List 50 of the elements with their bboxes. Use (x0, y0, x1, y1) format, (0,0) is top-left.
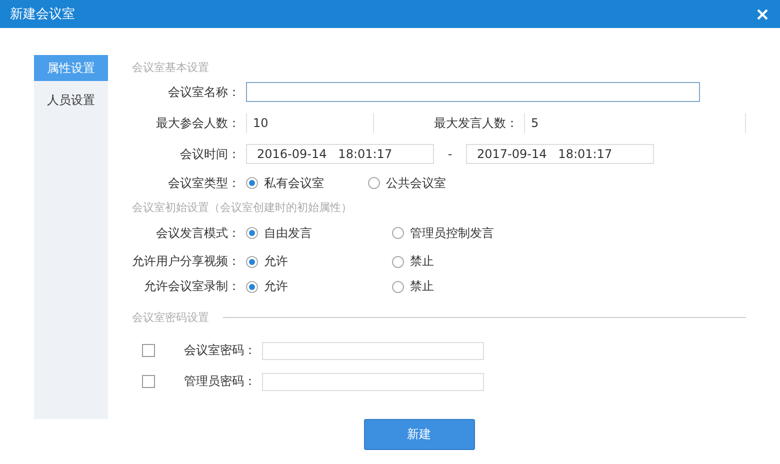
radio-button[interactable] (246, 227, 258, 239)
section-title: 会议室密码设置 (132, 310, 209, 324)
radio-button[interactable] (246, 177, 258, 189)
field-label: 会议室名称： (167, 84, 241, 100)
radio-option[interactable]: 管理员控制发言 (392, 224, 538, 242)
radio-button[interactable] (392, 256, 404, 268)
field-label: 最大发言人数： (433, 114, 519, 132)
radio-button[interactable] (246, 256, 258, 268)
field-label: 允许用户分享视频： (132, 253, 241, 270)
radio-label: 允许 (264, 278, 288, 295)
checkbox[interactable] (142, 344, 155, 357)
radio-option[interactable]: 禁止 (392, 253, 538, 270)
radio-label: 自由发言 (264, 224, 312, 242)
password-input[interactable] (262, 372, 484, 390)
sidebar-item[interactable]: 人员设置 (34, 87, 108, 113)
radio-button[interactable] (246, 280, 258, 292)
radio-button[interactable] (368, 177, 380, 189)
range-separator: - (446, 147, 454, 161)
radio-label: 允许 (264, 253, 288, 270)
field-label: 会议发言模式： (155, 224, 241, 242)
radio-label: 公共会议室 (386, 174, 446, 192)
radio-option[interactable]: 允许 (246, 278, 392, 295)
radio-label: 管理员控制发言 (410, 224, 494, 242)
field-label: 会议室密码： (183, 342, 257, 359)
count-value[interactable]: 5 (524, 113, 746, 133)
radio-option[interactable]: 自由发言 (246, 224, 392, 242)
window-title: 新建会议室 (10, 6, 75, 23)
start-time-field[interactable]: 2016-09-14 18:01:17 (246, 144, 434, 164)
close-icon[interactable] (757, 8, 768, 20)
field-label: 管理员密码： (183, 373, 257, 390)
radio-option[interactable]: 允许 (246, 253, 392, 270)
radio-option[interactable]: 公共会议室 (368, 174, 490, 192)
field-label: 会议时间： (179, 146, 241, 162)
section-title: 会议室初始设置（会议室创建时的初始属性） (132, 200, 352, 214)
radio-option[interactable]: 私有会议室 (246, 174, 368, 192)
field-label: 会议室类型： (167, 174, 241, 192)
field-label: 允许会议室录制： (143, 278, 241, 295)
radio-button[interactable] (392, 280, 404, 292)
end-time-field[interactable]: 2017-09-14 18:01:17 (466, 144, 654, 164)
radio-button[interactable] (392, 227, 404, 239)
radio-label: 禁止 (410, 278, 434, 295)
password-input[interactable] (262, 342, 484, 360)
radio-label: 禁止 (410, 253, 434, 270)
checkbox[interactable] (142, 375, 155, 388)
section-title: 会议室基本设置 (132, 60, 209, 74)
radio-option[interactable]: 禁止 (392, 278, 538, 295)
count-value[interactable]: 10 (246, 113, 374, 133)
radio-label: 私有会议室 (264, 174, 324, 192)
name-input[interactable] (246, 82, 700, 102)
field-label: 最大参会人数： (155, 114, 241, 132)
